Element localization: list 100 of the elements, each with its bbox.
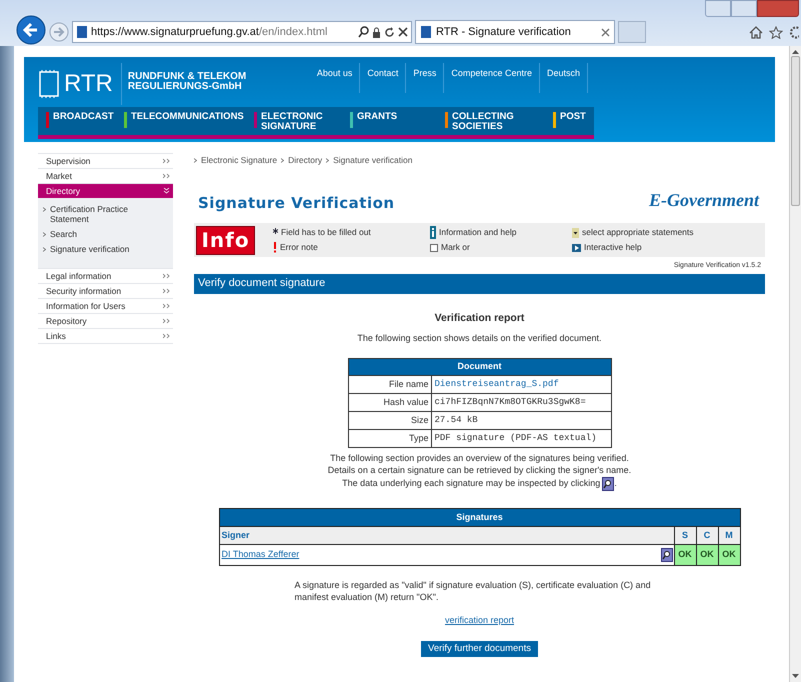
sidebar-subitem[interactable]: Certification Practice Statement bbox=[43, 204, 169, 224]
legend-label: select appropriate statements bbox=[582, 226, 694, 239]
brand-text: E-Government bbox=[649, 189, 759, 212]
validity-note: A signature is regarded as "valid" if signature evaluation (S), certificate evaluation (C) and manifest evaluation (M) return "OK". bbox=[294, 578, 652, 603]
asterisk-icon bbox=[273, 228, 278, 234]
column-header: Signer bbox=[219, 526, 674, 544]
report-title: Verification report bbox=[434, 310, 524, 326]
org-name: RUNDFUNK & TELEKOM bbox=[128, 72, 246, 82]
header-link[interactable]: Deutsch bbox=[540, 63, 588, 93]
page-icon bbox=[420, 25, 432, 39]
lock-icon[interactable] bbox=[372, 26, 381, 38]
period-text: . bbox=[614, 477, 617, 490]
home-icon[interactable] bbox=[749, 26, 763, 38]
nav-link[interactable]: ELECTRONIC SIGNATURE bbox=[261, 112, 350, 132]
chevron-down-icon bbox=[163, 188, 170, 194]
star-icon[interactable] bbox=[769, 26, 783, 38]
close-icon[interactable] bbox=[398, 27, 408, 37]
nav-link[interactable]: POST bbox=[560, 112, 586, 122]
org-name: REGULIERUNGS-GmbH bbox=[128, 82, 243, 92]
chevron-right-icon bbox=[163, 173, 170, 179]
chevron-right-icon bbox=[163, 303, 170, 309]
status-cell: OK bbox=[674, 544, 696, 566]
header-link[interactable]: Contact bbox=[360, 63, 406, 93]
overview-text: The following section provides an overview of the signatures being verified. bbox=[330, 452, 629, 464]
sidebar-item[interactable]: Supervision bbox=[38, 153, 173, 168]
table-cell: Type bbox=[348, 429, 431, 448]
browser-tab[interactable]: RTR - Signature verification bbox=[415, 20, 615, 44]
report-link[interactable]: verification report bbox=[444, 614, 514, 628]
sidebar-item[interactable]: Information for Users bbox=[38, 298, 173, 313]
intro-text: The following section shows details on the verified document. bbox=[357, 332, 602, 346]
legend-label: Field has to be filled out bbox=[281, 226, 371, 239]
chevron-right-icon bbox=[326, 158, 330, 163]
settings-icon[interactable] bbox=[789, 26, 799, 38]
breadcrumb-link[interactable]: Electronic Signature bbox=[201, 154, 278, 167]
chevron-right-icon bbox=[163, 333, 170, 339]
table-cell: Hash value bbox=[348, 393, 431, 412]
chip-icon bbox=[38, 69, 60, 99]
header-link[interactable]: About us bbox=[310, 63, 360, 93]
page-title: Signature Verification bbox=[198, 192, 395, 214]
table-cell: PDF signature (PDF-AS textual) bbox=[431, 429, 611, 448]
nav-link[interactable]: GRANTS bbox=[357, 112, 398, 122]
magnifier-icon[interactable] bbox=[660, 548, 672, 562]
table-header: Document bbox=[348, 358, 611, 376]
header-link[interactable]: Competence Centre bbox=[444, 63, 540, 93]
back-icon[interactable] bbox=[16, 15, 46, 45]
chevron-right-icon bbox=[163, 158, 170, 164]
header-link[interactable]: Press bbox=[406, 63, 444, 93]
table-cell: ci7hFIZBqnN7Km8OTGKRu3SgwK8= bbox=[431, 393, 611, 412]
chevron-right-icon bbox=[163, 273, 170, 279]
close-icon[interactable] bbox=[601, 28, 610, 36]
exclamation-icon bbox=[273, 242, 277, 253]
chevron-right-icon bbox=[43, 247, 46, 252]
refresh-icon[interactable] bbox=[384, 26, 395, 38]
legend-label: Interactive help bbox=[584, 241, 642, 254]
file-link[interactable]: Dienstreiseantrag_S.pdf bbox=[431, 375, 611, 394]
info-icon bbox=[430, 226, 436, 240]
status-cell: OK bbox=[718, 544, 740, 566]
table-cell: File name bbox=[348, 375, 431, 394]
table-cell: Size bbox=[348, 411, 431, 430]
chevron-right-icon bbox=[163, 288, 170, 294]
sidebar-item[interactable]: Links bbox=[38, 328, 173, 343]
signer-link[interactable]: DI Thomas Zefferer bbox=[222, 548, 300, 562]
sidebar-item[interactable]: Legal information bbox=[38, 268, 173, 283]
sidebar-subitem[interactable]: Signature verification bbox=[43, 244, 169, 254]
info-badge: Info bbox=[196, 226, 255, 254]
tab-title: RTR - Signature verification bbox=[436, 24, 571, 40]
sidebar-subitem[interactable]: Search bbox=[43, 229, 169, 239]
legend-label: Information and help bbox=[439, 226, 516, 239]
url-text: https://www.signaturpruefung.gv.at/en/index.html bbox=[91, 24, 328, 40]
nav-link[interactable]: COLLECTING SOCIETIES bbox=[452, 112, 553, 132]
chevron-right-icon bbox=[43, 232, 46, 237]
logo-text: RTR bbox=[64, 72, 113, 96]
chevron-right-icon bbox=[43, 207, 46, 212]
breadcrumb-link[interactable]: Signature verification bbox=[333, 154, 412, 167]
sidebar-item[interactable]: Security information bbox=[38, 283, 173, 298]
sidebar-item[interactable]: Repository bbox=[38, 313, 173, 328]
address-bar[interactable]: https://www.signaturpruefung.gv.at/en/index.html bbox=[72, 21, 412, 43]
page-icon bbox=[76, 25, 88, 39]
play-icon bbox=[572, 244, 581, 252]
scroll-up-icon[interactable] bbox=[792, 49, 799, 54]
magnifier-icon bbox=[602, 476, 614, 491]
scroll-down-icon[interactable] bbox=[792, 674, 799, 679]
search-icon[interactable] bbox=[358, 26, 369, 38]
overview-text: Details on a certain signature can be retrieved by clicking the signer's name. bbox=[328, 464, 632, 476]
inspect-text: The data underlying each signature may be inspected by clicking bbox=[342, 477, 600, 490]
chevron-right-icon bbox=[281, 158, 284, 163]
scrollbar-thumb[interactable] bbox=[791, 56, 800, 206]
dropdown-icon bbox=[572, 228, 579, 238]
chevron-right-icon bbox=[194, 158, 197, 163]
section-header: Verify document signature bbox=[194, 274, 765, 294]
verify-button[interactable]: Verify further documents bbox=[421, 641, 538, 658]
breadcrumb-link[interactable]: Directory bbox=[288, 154, 322, 167]
nav-link[interactable]: TELECOMMUNICATIONS bbox=[131, 112, 244, 122]
status-cell: OK bbox=[696, 544, 718, 566]
table-header: Signatures bbox=[219, 508, 740, 526]
chevron-right-icon bbox=[163, 318, 170, 324]
sidebar-item[interactable]: Directory bbox=[38, 183, 173, 198]
table-cell: 27.54 kB bbox=[431, 411, 611, 430]
legend-label: Error note bbox=[280, 241, 318, 254]
nav-link[interactable]: BROADCAST bbox=[53, 112, 114, 122]
